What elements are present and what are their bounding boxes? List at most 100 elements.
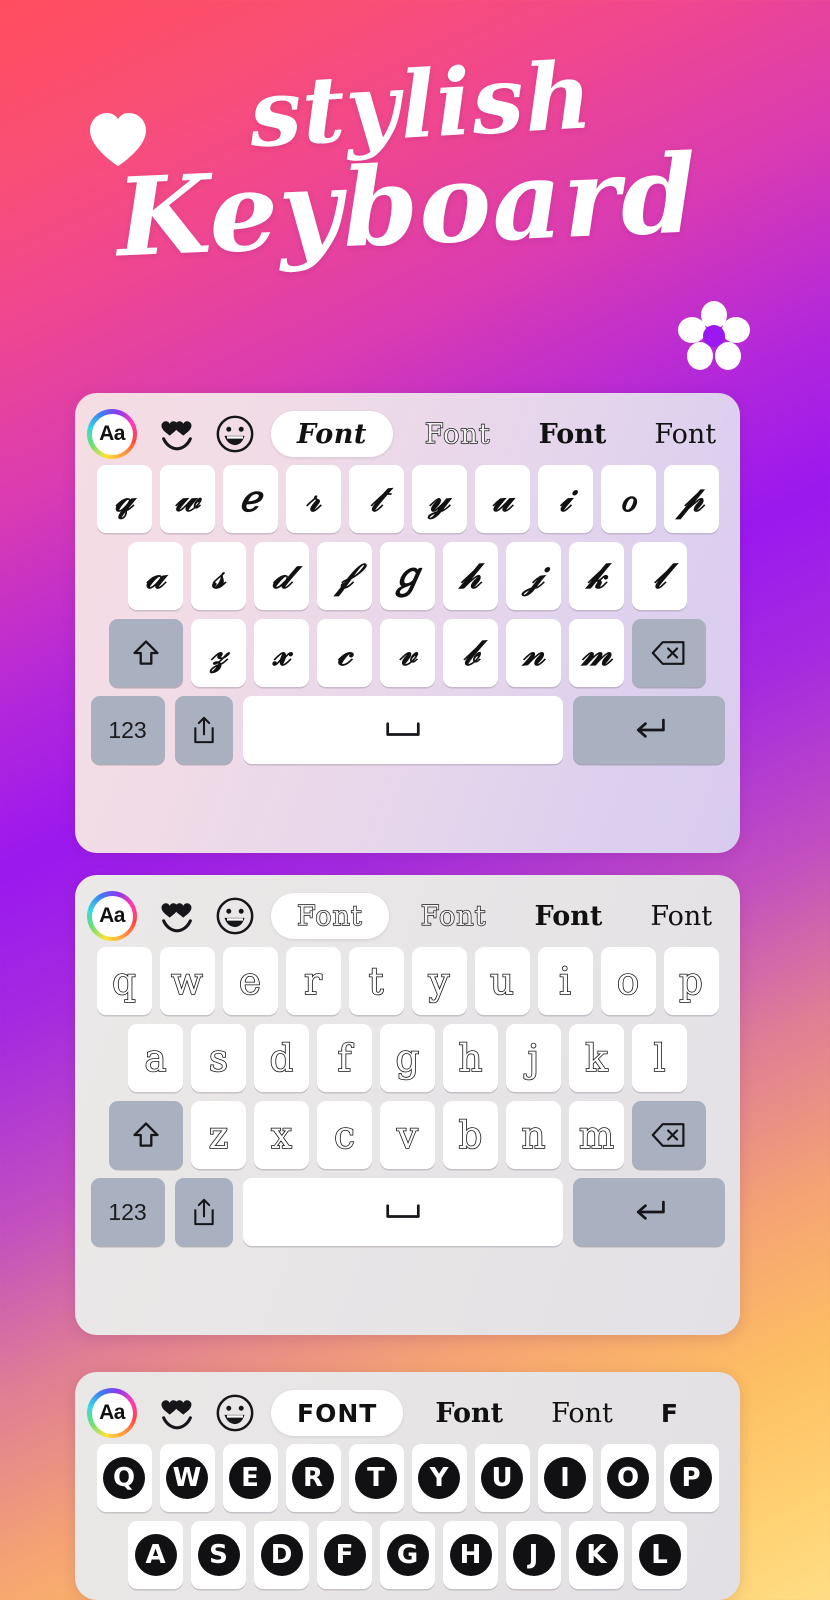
key-a[interactable]: 𝒶 bbox=[128, 542, 183, 610]
key-y[interactable]: Y bbox=[411, 1444, 467, 1512]
key-n[interactable]: 𝓃 bbox=[506, 619, 561, 687]
key-m[interactable]: 𝓂 bbox=[569, 619, 624, 687]
font-chip-4[interactable]: Font bbox=[634, 893, 728, 939]
key-a[interactable]: A bbox=[128, 1521, 183, 1589]
key-k[interactable]: K bbox=[569, 1521, 624, 1589]
grinning-face-emoji-icon[interactable] bbox=[213, 412, 257, 456]
space-key[interactable] bbox=[242, 1178, 563, 1246]
key-g[interactable]: ℊ bbox=[380, 542, 435, 610]
key-l[interactable]: L bbox=[632, 1521, 687, 1589]
keyboard-panel-3[interactable]: Aa FONT Font Font F Q W E R T Y U I O P … bbox=[75, 1372, 740, 1600]
key-u[interactable]: U bbox=[474, 1444, 530, 1512]
key-d[interactable]: D bbox=[254, 1521, 309, 1589]
heart-eyes-emoji-icon[interactable] bbox=[155, 412, 199, 456]
key-r[interactable]: 𝓇 bbox=[285, 465, 341, 533]
font-picker-button[interactable]: Aa bbox=[87, 891, 137, 941]
key-h[interactable]: 𝒽 bbox=[443, 542, 498, 610]
backspace-key[interactable] bbox=[632, 1101, 706, 1169]
space-key[interactable] bbox=[242, 696, 563, 764]
key-c[interactable]: 𝒸 bbox=[317, 619, 372, 687]
font-chip-2[interactable]: Font bbox=[405, 893, 503, 939]
key-m[interactable]: m bbox=[569, 1101, 624, 1169]
key-r[interactable]: r bbox=[285, 947, 341, 1015]
key-p[interactable]: P bbox=[663, 1444, 719, 1512]
key-f[interactable]: F bbox=[317, 1521, 372, 1589]
key-e[interactable]: E bbox=[222, 1444, 278, 1512]
keyboard-panel-1[interactable]: Aa Font Font Font Font 𝓆 𝓌 ℯ 𝓇 𝓉 𝓎 𝓊 𝒾 ℴ… bbox=[75, 393, 740, 853]
shift-key[interactable] bbox=[109, 619, 183, 687]
key-y[interactable]: 𝓎 bbox=[411, 465, 467, 533]
key-x[interactable]: x bbox=[254, 1101, 309, 1169]
key-k[interactable]: k bbox=[569, 1024, 624, 1092]
enter-key[interactable] bbox=[572, 1178, 725, 1246]
key-z[interactable]: z bbox=[191, 1101, 246, 1169]
key-a[interactable]: a bbox=[128, 1024, 183, 1092]
key-i[interactable]: I bbox=[537, 1444, 593, 1512]
font-chip-1[interactable]: Font bbox=[271, 411, 393, 457]
key-t[interactable]: t bbox=[348, 947, 404, 1015]
font-picker-button[interactable]: Aa bbox=[87, 1388, 137, 1438]
key-t[interactable]: 𝓉 bbox=[348, 465, 404, 533]
key-p[interactable]: p bbox=[663, 947, 719, 1015]
heart-eyes-emoji-icon[interactable] bbox=[155, 894, 199, 938]
key-v[interactable]: 𝓋 bbox=[380, 619, 435, 687]
shift-key[interactable] bbox=[109, 1101, 183, 1169]
numbers-key[interactable]: 123 bbox=[90, 1178, 165, 1246]
share-key[interactable] bbox=[174, 696, 233, 764]
key-i[interactable]: i bbox=[537, 947, 593, 1015]
key-d[interactable]: 𝒹 bbox=[254, 542, 309, 610]
keyboard-2-toolbar[interactable]: Aa Font Font Font Font bbox=[75, 885, 740, 947]
key-k[interactable]: 𝓀 bbox=[569, 542, 624, 610]
key-o[interactable]: ℴ bbox=[600, 465, 656, 533]
key-j[interactable]: J bbox=[506, 1521, 561, 1589]
key-u[interactable]: u bbox=[474, 947, 530, 1015]
font-chip-1[interactable]: Font bbox=[271, 893, 389, 939]
grinning-face-emoji-icon[interactable] bbox=[213, 894, 257, 938]
font-chip-2[interactable]: Font bbox=[419, 1390, 519, 1436]
key-w[interactable]: w bbox=[159, 947, 215, 1015]
key-p[interactable]: 𝓅 bbox=[663, 465, 719, 533]
font-chip-2[interactable]: Font bbox=[409, 411, 507, 457]
key-r[interactable]: R bbox=[285, 1444, 341, 1512]
key-v[interactable]: v bbox=[380, 1101, 435, 1169]
key-f[interactable]: f bbox=[317, 1024, 372, 1092]
key-n[interactable]: n bbox=[506, 1101, 561, 1169]
key-z[interactable]: 𝓏 bbox=[191, 619, 246, 687]
font-chip-3[interactable]: Font bbox=[535, 1390, 629, 1436]
key-c[interactable]: c bbox=[317, 1101, 372, 1169]
key-w[interactable]: W bbox=[159, 1444, 215, 1512]
key-i[interactable]: 𝒾 bbox=[537, 465, 593, 533]
share-key[interactable] bbox=[174, 1178, 233, 1246]
key-h[interactable]: H bbox=[443, 1521, 498, 1589]
heart-eyes-emoji-icon[interactable] bbox=[155, 1391, 199, 1435]
backspace-key[interactable] bbox=[632, 619, 706, 687]
numbers-key[interactable]: 123 bbox=[90, 696, 165, 764]
font-chip-4[interactable]: F bbox=[645, 1390, 695, 1436]
key-e[interactable]: e bbox=[222, 947, 278, 1015]
key-e[interactable]: ℯ bbox=[222, 465, 278, 533]
key-q[interactable]: q bbox=[96, 947, 152, 1015]
enter-key[interactable] bbox=[572, 696, 725, 764]
font-chip-4[interactable]: Font bbox=[638, 411, 732, 457]
key-l[interactable]: 𝓁 bbox=[632, 542, 687, 610]
key-u[interactable]: 𝓊 bbox=[474, 465, 530, 533]
key-l[interactable]: l bbox=[632, 1024, 687, 1092]
keyboard-panel-2[interactable]: Aa Font Font Font Font q w e r t y u i o… bbox=[75, 875, 740, 1335]
font-chip-3[interactable]: Font bbox=[519, 893, 619, 939]
key-d[interactable]: d bbox=[254, 1024, 309, 1092]
key-b[interactable]: b bbox=[443, 1101, 498, 1169]
key-w[interactable]: 𝓌 bbox=[159, 465, 215, 533]
grinning-face-emoji-icon[interactable] bbox=[213, 1391, 257, 1435]
key-s[interactable]: s bbox=[191, 1024, 246, 1092]
key-t[interactable]: T bbox=[348, 1444, 404, 1512]
key-f[interactable]: 𝒻 bbox=[317, 542, 372, 610]
key-o[interactable]: o bbox=[600, 947, 656, 1015]
key-j[interactable]: 𝒿 bbox=[506, 542, 561, 610]
key-x[interactable]: 𝓍 bbox=[254, 619, 309, 687]
key-h[interactable]: h bbox=[443, 1024, 498, 1092]
keyboard-3-toolbar[interactable]: Aa FONT Font Font F bbox=[75, 1382, 740, 1444]
font-chip-1[interactable]: FONT bbox=[271, 1390, 404, 1436]
key-y[interactable]: y bbox=[411, 947, 467, 1015]
key-q[interactable]: 𝓆 bbox=[96, 465, 152, 533]
key-s[interactable]: S bbox=[191, 1521, 246, 1589]
